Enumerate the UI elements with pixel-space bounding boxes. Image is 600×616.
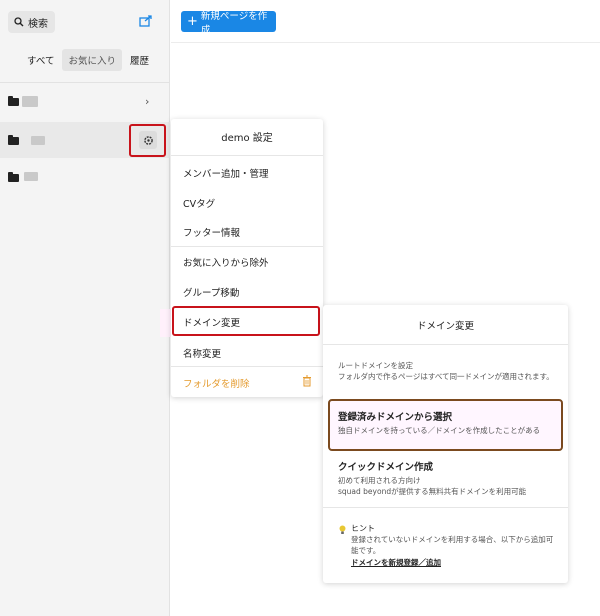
panel-title: ドメイン変更 (416, 321, 474, 332)
hint-label: ヒント (351, 524, 375, 533)
hint-text: 登録されていないドメインを利用する場合、以下から追加可能です。 (351, 535, 554, 555)
search-label: 検索 (28, 18, 48, 30)
folder-settings-menu: demo 設定 メンバー追加・管理 CVタグ フッター情報 お気に入りから除外 … (171, 119, 323, 397)
divider (323, 507, 568, 508)
option1-desc: 独自ドメインを持っている／ドメインを作成したことがある (338, 426, 541, 435)
option1-title[interactable]: 登録済みドメインから選択 (338, 409, 452, 423)
folder-item[interactable] (0, 160, 170, 194)
menu-item-remove-favorite[interactable]: お気に入りから除外 (183, 255, 269, 269)
folder-item[interactable]: › (0, 84, 170, 118)
tab-history[interactable]: 履歴 (124, 49, 155, 71)
menu-item-footer[interactable]: フッター情報 (183, 225, 240, 239)
menu-item-delete-folder[interactable]: フォルダを削除 (183, 376, 250, 390)
divider (171, 366, 323, 367)
menu-item-move-group[interactable]: グループ移動 (183, 285, 239, 299)
header-divider (171, 42, 600, 43)
option2-desc-2: squad beyondが提供する無料共有ドメインを利用可能 (338, 487, 527, 496)
folder-name-redacted (31, 136, 45, 145)
highlight-glow (160, 309, 171, 337)
lightbulb-icon (339, 525, 346, 534)
sidebar: 検索 すべて お気に入り 履歴 › (0, 0, 170, 616)
folder-name-redacted (24, 172, 38, 181)
chevron-right-icon[interactable]: › (145, 95, 149, 108)
domain-change-panel: ドメイン変更 ルートドメインを設定 フォルダ内で作るページはすべて同一ドメインが… (323, 305, 568, 583)
sidebar-tabs: すべて お気に入り 履歴 (0, 49, 170, 71)
menu-item-rename[interactable]: 名称変更 (183, 346, 221, 360)
folder-name-redacted (22, 96, 38, 107)
tab-favorites[interactable]: お気に入り (62, 49, 122, 71)
divider (323, 344, 568, 345)
tab-all[interactable]: すべて (21, 49, 60, 71)
menu-item-members[interactable]: メンバー追加・管理 (183, 166, 269, 180)
menu-title: demo 設定 (221, 132, 273, 144)
search-button[interactable]: 検索 (8, 11, 55, 33)
highlight-box-change-domain (172, 306, 320, 336)
folder-icon (8, 135, 19, 145)
register-domain-link[interactable]: ドメインを新規登録／追加 (351, 557, 441, 568)
share-icon[interactable] (139, 14, 153, 28)
highlight-box-settings (129, 124, 166, 157)
divider (0, 82, 170, 83)
folder-icon (8, 96, 19, 106)
menu-item-cv-tag[interactable]: CVタグ (183, 196, 215, 210)
divider (171, 155, 323, 156)
option2-title[interactable]: クイックドメイン作成 (338, 459, 433, 473)
plus-icon: + (187, 14, 198, 29)
search-icon (14, 17, 24, 27)
new-page-button[interactable]: + 新規ページを作成 (181, 11, 276, 36)
new-page-label: 新規ページを作成 (200, 10, 268, 36)
root-domain-desc-2: フォルダ内で作るページはすべて同一ドメインが適用されます。 (338, 372, 554, 381)
trash-icon[interactable] (302, 375, 312, 387)
folder-icon (8, 172, 19, 182)
divider (171, 246, 323, 247)
